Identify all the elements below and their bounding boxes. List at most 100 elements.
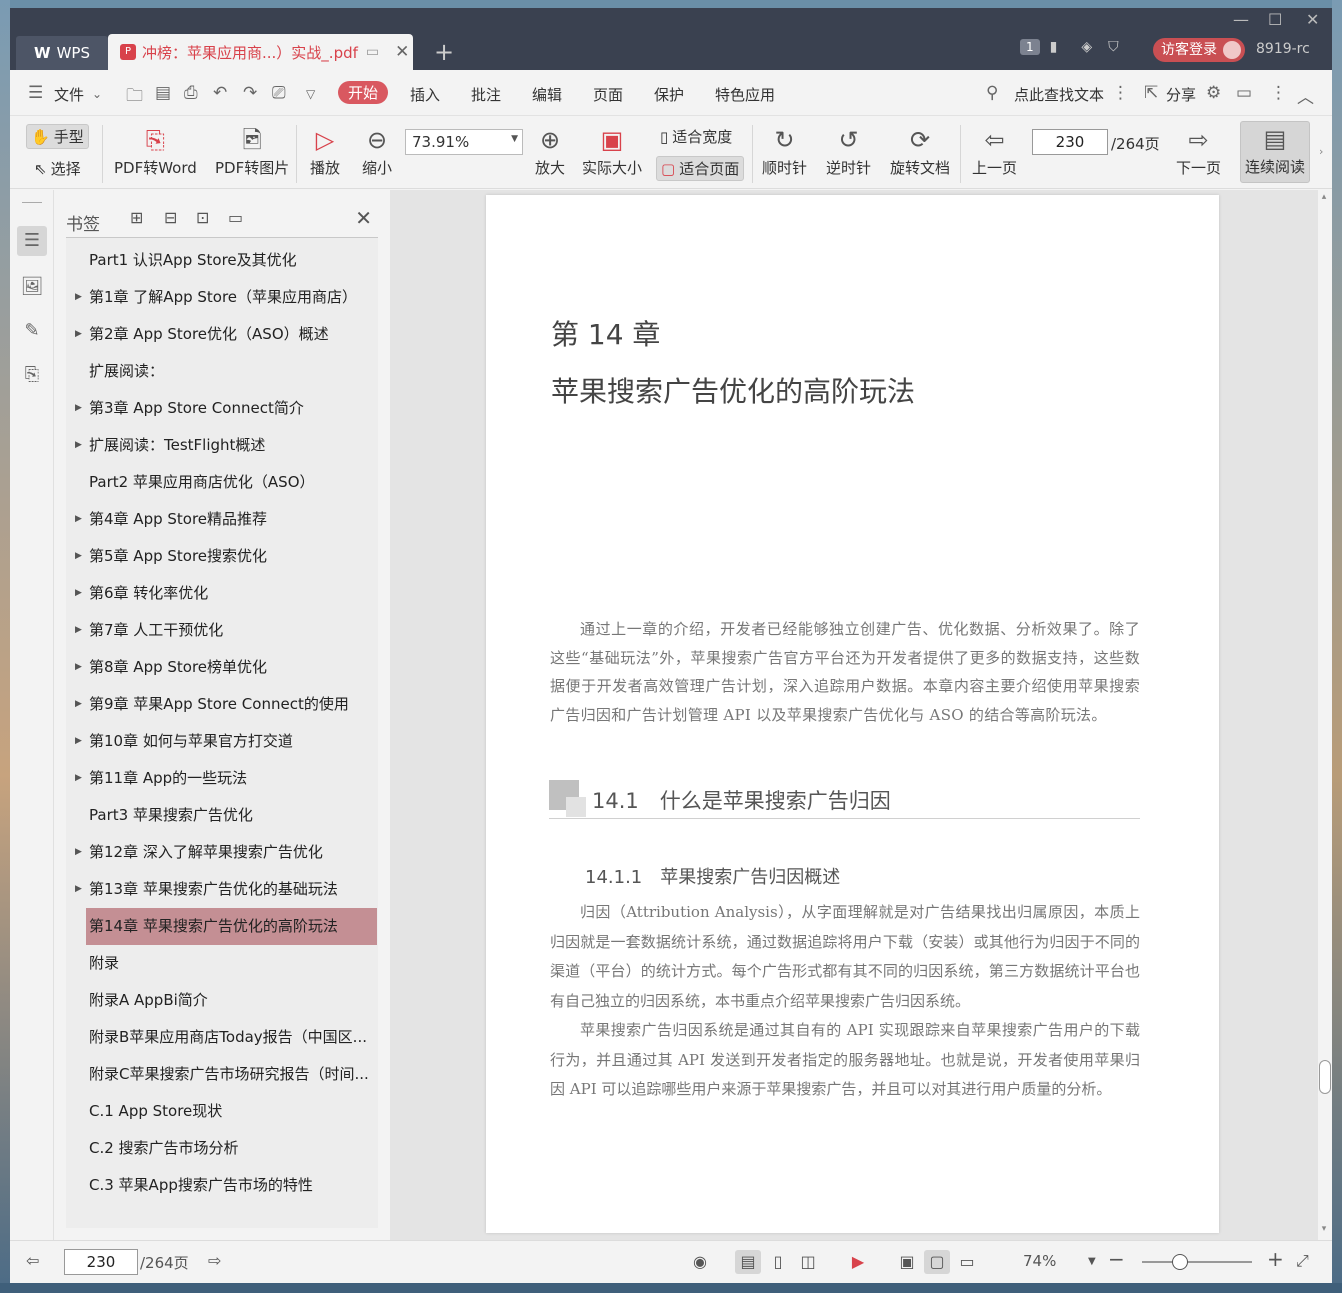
bookmark-item[interactable]: Part1 认识App Store及其优化 (66, 242, 378, 279)
hand-tool-button[interactable]: ✋ 手型 (26, 124, 89, 149)
new-tab-icon[interactable]: + (434, 38, 454, 66)
fullscreen-icon[interactable]: ⤢ (1296, 1251, 1309, 1271)
print-icon[interactable]: ⎙ (184, 83, 198, 103)
previous-page-icon[interactable]: ⇦ (26, 1251, 39, 1270)
file-menu[interactable]: 文件 (54, 84, 84, 105)
ribbon-scroll-right-icon[interactable]: › (1319, 145, 1323, 158)
eye-protection-icon[interactable]: ◉ (687, 1250, 713, 1274)
skin-icon[interactable]: ◈ (1081, 39, 1092, 55)
gear-icon[interactable]: ⚙ (1206, 83, 1221, 103)
tab-insert[interactable]: 插入 (410, 84, 440, 105)
bookmark-item[interactable]: ▶ 第7章 人工干预优化 (66, 612, 378, 649)
tab-protect[interactable]: 保护 (654, 84, 684, 105)
zoom-select[interactable]: 73.91% ▼ (405, 129, 523, 155)
expand-arrow-icon[interactable]: ▶ (75, 723, 82, 760)
expand-arrow-icon[interactable]: ▶ (75, 501, 82, 538)
redo-icon[interactable]: ↷ (243, 83, 257, 103)
tab-edit[interactable]: 编辑 (532, 84, 562, 105)
bookmark-item[interactable]: ▶ 第13章 苹果搜索广告优化的基础玩法 (66, 871, 378, 908)
rotate-clockwise-button[interactable]: ↻ 顺时针 (762, 123, 807, 178)
bookmark-item[interactable]: ▶ 第4章 App Store精品推荐 (66, 501, 378, 538)
scroll-up-icon[interactable]: ▴ (1318, 192, 1330, 204)
bookmark-item[interactable]: ▶ 第9章 苹果App Store Connect的使用 (66, 686, 378, 723)
next-page-icon[interactable]: ⇨ (208, 1251, 221, 1270)
rotate-document-button[interactable]: ⟳ 旋转文档 (890, 123, 950, 178)
close-window-icon[interactable]: ✕ (1306, 10, 1319, 29)
window-list-icon[interactable]: ▮ (1050, 39, 1058, 55)
window-count-badge[interactable]: 1 (1020, 39, 1040, 55)
scrollbar-thumb[interactable] (1319, 1060, 1331, 1094)
add-bookmark-icon[interactable]: ⊡ (196, 208, 209, 227)
expand-arrow-icon[interactable]: ▶ (75, 871, 82, 908)
expand-arrow-icon[interactable]: ▶ (75, 538, 82, 575)
bookmark-item[interactable]: ▶ 第11章 App的一些玩法 (66, 760, 378, 797)
bookmark-item[interactable]: 扩展阅读： (66, 353, 378, 390)
expand-all-icon[interactable]: ⊞ (130, 208, 143, 227)
bookmark-item[interactable]: ▶ 第3章 App Store Connect简介 (66, 390, 378, 427)
expand-arrow-icon[interactable]: ▶ (75, 686, 82, 723)
tab-annotate[interactable]: 批注 (471, 84, 501, 105)
expand-arrow-icon[interactable]: ▶ (75, 316, 82, 353)
bookmark-item[interactable]: 附录C苹果搜索广告市场研究报告（时间... (66, 1056, 378, 1093)
bookmark-item[interactable]: ▶ 第12章 深入了解苹果搜索广告优化 (66, 834, 378, 871)
zoom-slider[interactable] (1142, 1261, 1252, 1263)
bookmark-item[interactable]: ▶ 第2章 App Store优化（ASO）概述 (66, 316, 378, 353)
play-slideshow-icon[interactable]: ▶ (845, 1250, 871, 1274)
bookmark-item[interactable]: C.1 App Store现状 (66, 1093, 378, 1130)
fit-page-button[interactable]: ▢ 适合页面 (656, 156, 745, 181)
share-icon[interactable]: ⇱ (1144, 83, 1158, 103)
fit-width-view-icon[interactable]: ▭ (954, 1250, 980, 1274)
close-icon[interactable]: ✕ (355, 206, 372, 230)
two-page-icon[interactable]: ◫ (795, 1250, 821, 1274)
bookmark-item[interactable]: ▶ 扩展阅读：TestFlight概述 (66, 427, 378, 464)
bookmark-item[interactable]: ▶ 第8章 App Store榜单优化 (66, 649, 378, 686)
bookmark-item[interactable]: ▶ 第6章 转化率优化 (66, 575, 378, 612)
bookmark-item[interactable]: C.3 苹果App搜索广告市场的特性 (66, 1167, 378, 1204)
next-page-button[interactable]: ⇨ 下一页 (1176, 123, 1221, 178)
bookmark-item[interactable]: Part2 苹果应用商店优化（ASO） (66, 464, 378, 501)
scroll-down-icon[interactable]: ▾ (1318, 1224, 1330, 1236)
bookmark-item[interactable]: ▶ 第1章 了解App Store（苹果应用商店） (66, 279, 378, 316)
vertical-scrollbar[interactable]: ▴ ▾ (1318, 190, 1332, 1240)
actual-size-view-icon[interactable]: ▣ (894, 1250, 920, 1274)
zoom-out-minus-icon[interactable]: − (1108, 1247, 1125, 1271)
comment-icon[interactable]: ▭ (1236, 83, 1252, 103)
expand-arrow-icon[interactable]: ▶ (75, 427, 82, 464)
wps-home-tab[interactable]: W WPS (16, 36, 108, 70)
bookmark-item[interactable]: Part3 苹果搜索广告优化 (66, 797, 378, 834)
page-number-input[interactable]: 230 (1032, 129, 1108, 155)
bookmark-item[interactable]: 附录 (66, 945, 378, 982)
zoom-in-plus-icon[interactable]: + (1267, 1247, 1284, 1271)
attachment-panel-icon[interactable]: ⎘ (17, 360, 47, 390)
bookmark-item[interactable]: ▶第14章 苹果搜索广告优化的高阶玩法 (86, 908, 377, 945)
bookmark-item[interactable]: ▶ 第5章 App Store搜索优化 (66, 538, 378, 575)
document-tab[interactable]: P 冲榜：苹果应用商...）实战_.pdf ▭ ✕ (108, 34, 413, 70)
zoom-slider-knob[interactable] (1172, 1254, 1188, 1270)
bookmark-item[interactable]: C.2 搜索广告市场分析 (66, 1130, 378, 1167)
select-tool-button[interactable]: ⇖ 选择 (30, 157, 85, 180)
pdf-to-image-button[interactable]: 🖻 PDF转图片 (215, 123, 289, 178)
expand-arrow-icon[interactable]: ▶ (75, 649, 82, 686)
search-icon[interactable]: ⚲ (986, 83, 998, 103)
bookmark-options-icon[interactable]: ▭ (228, 208, 243, 227)
drag-handle[interactable] (22, 202, 42, 203)
guest-login-button[interactable]: 访客登录 (1153, 38, 1245, 62)
expand-arrow-icon[interactable]: ▶ (75, 390, 82, 427)
save-icon[interactable]: ▤ (155, 83, 171, 103)
share-button[interactable]: 分享 (1166, 84, 1196, 105)
minimize-icon[interactable]: — (1233, 10, 1249, 29)
undo-icon[interactable]: ↶ (213, 83, 227, 103)
zoom-dropdown-icon[interactable]: ▼ (1088, 1256, 1096, 1267)
expand-arrow-icon[interactable]: ▶ (75, 760, 82, 797)
pdf-to-word-button[interactable]: ⎘ PDF转Word (114, 123, 197, 178)
annotation-panel-icon[interactable]: ✎ (17, 316, 47, 346)
chevron-down-icon[interactable]: ⌄ (92, 87, 102, 101)
hamburger-menu-icon[interactable]: ☰ (28, 83, 43, 103)
zoom-level[interactable]: 74% (1023, 1252, 1056, 1270)
previous-page-button[interactable]: ⇦ 上一页 (972, 123, 1017, 178)
fit-page-view-icon[interactable]: ▢ (924, 1250, 950, 1274)
status-page-input[interactable]: 230 (64, 1249, 138, 1275)
export-icon[interactable]: ⎚ (272, 83, 286, 103)
close-tab-icon[interactable]: ✕ (395, 42, 409, 62)
expand-arrow-icon[interactable]: ▶ (75, 612, 82, 649)
